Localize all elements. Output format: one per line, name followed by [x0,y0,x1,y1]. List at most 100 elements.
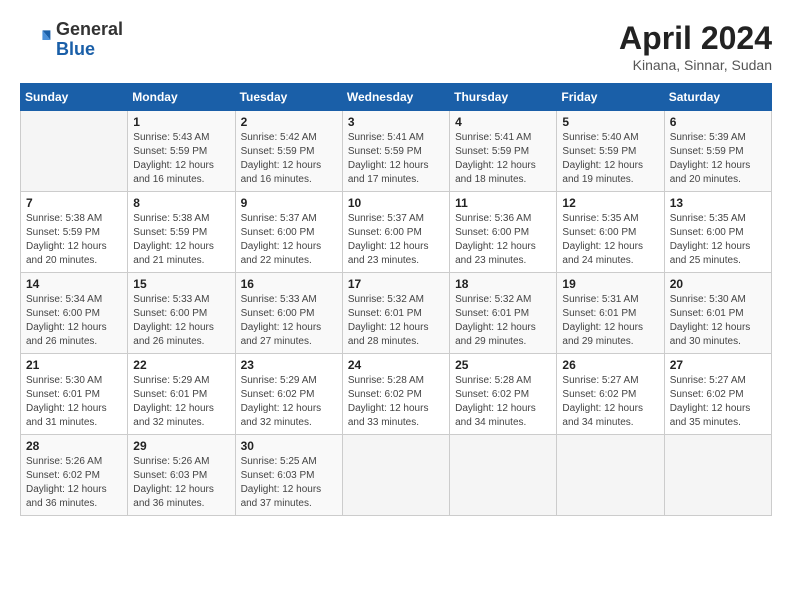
column-header-wednesday: Wednesday [342,84,449,111]
month-title: April 2024 [619,20,772,57]
day-cell: 13Sunrise: 5:35 AM Sunset: 6:00 PM Dayli… [664,192,771,273]
day-detail: Sunrise: 5:26 AM Sunset: 6:02 PM Dayligh… [26,455,122,511]
day-detail: Sunrise: 5:41 AM Sunset: 5:59 PM Dayligh… [348,131,444,187]
day-detail: Sunrise: 5:36 AM Sunset: 6:00 PM Dayligh… [455,212,551,268]
calendar-header-row: SundayMondayTuesdayWednesdayThursdayFrid… [21,84,772,111]
day-cell [21,111,128,192]
day-number: 12 [562,196,658,210]
day-cell: 22 Sunrise: 5:29 AM Sunset: 6:01 PM Dayli… [128,354,235,435]
day-detail: Sunrise: 5:34 AM Sunset: 6:00 PM Dayligh… [26,293,122,349]
day-number: 1 [133,115,229,129]
day-cell: 17Sunrise: 5:32 AM Sunset: 6:01 PM Dayli… [342,273,449,354]
day-number: 18 [455,277,551,291]
column-header-saturday: Saturday [664,84,771,111]
day-detail: Sunrise: 5:30 AM Sunset: 6:01 PM Dayligh… [26,374,122,430]
day-number: 30 [241,439,337,453]
day-number: 26 [562,358,658,372]
day-cell [664,435,771,516]
day-detail: Sunrise: 5:41 AM Sunset: 5:59 PM Dayligh… [455,131,551,187]
day-number: 24 [348,358,444,372]
week-row-3: 21 Sunrise: 5:30 AM Sunset: 6:01 PM Dayli… [21,354,772,435]
day-detail: Sunrise: 5:31 AM Sunset: 6:01 PM Dayligh… [562,293,658,349]
day-number: 28 [26,439,122,453]
day-cell: 1 Sunrise: 5:43 AM Sunset: 5:59 PM Daylig… [128,111,235,192]
day-number: 19 [562,277,658,291]
day-cell: 9 Sunrise: 5:37 AM Sunset: 6:00 PM Daylig… [235,192,342,273]
day-number: 14 [26,277,122,291]
calendar-table: SundayMondayTuesdayWednesdayThursdayFrid… [20,83,772,516]
day-number: 7 [26,196,122,210]
day-number: 23 [241,358,337,372]
day-detail: Sunrise: 5:37 AM Sunset: 6:00 PM Dayligh… [241,212,337,268]
location: Kinana, Sinnar, Sudan [619,57,772,73]
day-number: 2 [241,115,337,129]
day-detail: Sunrise: 5:37 AM Sunset: 6:00 PM Dayligh… [348,212,444,268]
day-number: 25 [455,358,551,372]
day-number: 15 [133,277,229,291]
column-header-thursday: Thursday [450,84,557,111]
day-number: 17 [348,277,444,291]
day-detail: Sunrise: 5:27 AM Sunset: 6:02 PM Dayligh… [670,374,766,430]
day-number: 11 [455,196,551,210]
day-cell: 20Sunrise: 5:30 AM Sunset: 6:01 PM Dayli… [664,273,771,354]
day-number: 27 [670,358,766,372]
column-header-friday: Friday [557,84,664,111]
day-cell: 14 Sunrise: 5:34 AM Sunset: 6:00 PM Dayli… [21,273,128,354]
day-cell: 15 Sunrise: 5:33 AM Sunset: 6:00 PM Dayli… [128,273,235,354]
day-cell: 2 Sunrise: 5:42 AM Sunset: 5:59 PM Daylig… [235,111,342,192]
page-header: General Blue April 2024 Kinana, Sinnar, … [20,20,772,73]
day-number: 4 [455,115,551,129]
logo-icon [20,24,52,56]
day-cell [450,435,557,516]
day-cell: 16 Sunrise: 5:33 AM Sunset: 6:00 PM Dayli… [235,273,342,354]
day-detail: Sunrise: 5:38 AM Sunset: 5:59 PM Dayligh… [26,212,122,268]
day-detail: Sunrise: 5:33 AM Sunset: 6:00 PM Dayligh… [241,293,337,349]
day-cell: 30Sunrise: 5:25 AM Sunset: 6:03 PM Dayli… [235,435,342,516]
day-cell: 18 Sunrise: 5:32 AM Sunset: 6:01 PM Dayli… [450,273,557,354]
day-detail: Sunrise: 5:28 AM Sunset: 6:02 PM Dayligh… [455,374,551,430]
day-number: 9 [241,196,337,210]
day-detail: Sunrise: 5:29 AM Sunset: 6:02 PM Dayligh… [241,374,337,430]
day-detail: Sunrise: 5:35 AM Sunset: 6:00 PM Dayligh… [562,212,658,268]
title-block: April 2024 Kinana, Sinnar, Sudan [619,20,772,73]
day-detail: Sunrise: 5:33 AM Sunset: 6:00 PM Dayligh… [133,293,229,349]
day-number: 3 [348,115,444,129]
day-detail: Sunrise: 5:32 AM Sunset: 6:01 PM Dayligh… [455,293,551,349]
day-cell: 26 Sunrise: 5:27 AM Sunset: 6:02 PM Dayli… [557,354,664,435]
day-number: 16 [241,277,337,291]
week-row-2: 14 Sunrise: 5:34 AM Sunset: 6:00 PM Dayli… [21,273,772,354]
day-detail: Sunrise: 5:28 AM Sunset: 6:02 PM Dayligh… [348,374,444,430]
day-cell: 10Sunrise: 5:37 AM Sunset: 6:00 PM Dayli… [342,192,449,273]
day-detail: Sunrise: 5:38 AM Sunset: 5:59 PM Dayligh… [133,212,229,268]
day-cell: 7 Sunrise: 5:38 AM Sunset: 5:59 PM Daylig… [21,192,128,273]
day-cell: 3 Sunrise: 5:41 AM Sunset: 5:59 PM Daylig… [342,111,449,192]
logo-general: General [56,19,123,39]
day-detail: Sunrise: 5:43 AM Sunset: 5:59 PM Dayligh… [133,131,229,187]
day-detail: Sunrise: 5:27 AM Sunset: 6:02 PM Dayligh… [562,374,658,430]
day-cell: 29Sunrise: 5:26 AM Sunset: 6:03 PM Dayli… [128,435,235,516]
day-cell: 28 Sunrise: 5:26 AM Sunset: 6:02 PM Dayli… [21,435,128,516]
column-header-sunday: Sunday [21,84,128,111]
week-row-4: 28 Sunrise: 5:26 AM Sunset: 6:02 PM Dayli… [21,435,772,516]
day-cell: 4 Sunrise: 5:41 AM Sunset: 5:59 PM Daylig… [450,111,557,192]
day-cell: 5 Sunrise: 5:40 AM Sunset: 5:59 PM Daylig… [557,111,664,192]
day-number: 21 [26,358,122,372]
logo: General Blue [20,20,123,60]
day-cell: 25 Sunrise: 5:28 AM Sunset: 6:02 PM Dayli… [450,354,557,435]
week-row-0: 1 Sunrise: 5:43 AM Sunset: 5:59 PM Daylig… [21,111,772,192]
day-detail: Sunrise: 5:29 AM Sunset: 6:01 PM Dayligh… [133,374,229,430]
day-detail: Sunrise: 5:40 AM Sunset: 5:59 PM Dayligh… [562,131,658,187]
day-cell [557,435,664,516]
day-cell: 12 Sunrise: 5:35 AM Sunset: 6:00 PM Dayli… [557,192,664,273]
day-cell: 24 Sunrise: 5:28 AM Sunset: 6:02 PM Dayli… [342,354,449,435]
day-detail: Sunrise: 5:39 AM Sunset: 5:59 PM Dayligh… [670,131,766,187]
day-cell: 23 Sunrise: 5:29 AM Sunset: 6:02 PM Dayli… [235,354,342,435]
day-number: 22 [133,358,229,372]
day-number: 5 [562,115,658,129]
day-number: 8 [133,196,229,210]
day-detail: Sunrise: 5:35 AM Sunset: 6:00 PM Dayligh… [670,212,766,268]
day-cell: 8 Sunrise: 5:38 AM Sunset: 5:59 PM Daylig… [128,192,235,273]
day-detail: Sunrise: 5:42 AM Sunset: 5:59 PM Dayligh… [241,131,337,187]
logo-text: General Blue [56,20,123,60]
day-cell: 19 Sunrise: 5:31 AM Sunset: 6:01 PM Dayli… [557,273,664,354]
